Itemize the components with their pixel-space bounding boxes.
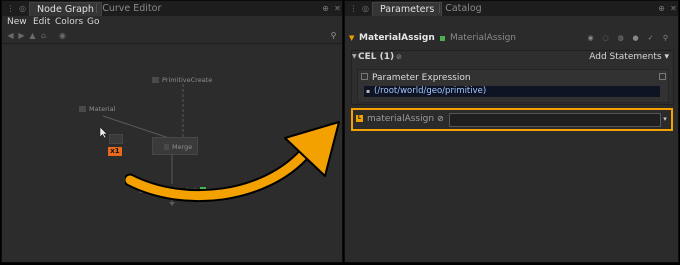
- dropdown-arrow-icon: ▾: [664, 52, 669, 62]
- node-type: MaterialAssign: [450, 33, 517, 43]
- pane-close-icon[interactable]: ✕: [668, 3, 678, 14]
- bullet-icon: ▪: [366, 88, 371, 95]
- add-statements-button[interactable]: Add Statements ▾: [589, 52, 669, 62]
- parameter-expression-title: Parameter Expression: [372, 73, 471, 83]
- pane-menu-icon[interactable]: ⋮: [5, 3, 16, 14]
- collapse-arrow-icon[interactable]: ▼: [352, 53, 357, 60]
- menu-go[interactable]: Go: [87, 16, 99, 29]
- pane-options-icon[interactable]: ◎: [17, 3, 28, 14]
- pane-options-icon[interactable]: ◎: [360, 3, 371, 14]
- menu-colors[interactable]: Colors: [55, 16, 83, 29]
- pane-menu-icon[interactable]: ⋮: [348, 3, 359, 14]
- parameters-node-header: ▼ MaterialAssign MaterialAssign ◉ ◌ ◍ ● …: [345, 30, 678, 46]
- pane-float-icon[interactable]: ⊕: [656, 3, 667, 14]
- node-primitive-create[interactable]: PrimitiveCreate: [152, 76, 212, 85]
- home-icon[interactable]: ⌂: [39, 31, 48, 40]
- node-port-icon: [79, 106, 86, 112]
- param-info-icon[interactable]: ⊘: [437, 114, 444, 123]
- parameter-expression-box: Parameter Expression ▪ (/root/world/geo/…: [357, 69, 669, 103]
- search-icon[interactable]: ⚲: [329, 31, 338, 40]
- parameters-pane: ⋮ ◎ Parameters Catalog ⊕ ✕ ▼ MaterialAss…: [344, 0, 679, 263]
- node-graph-menubar: New Edit Colors Go: [2, 16, 342, 29]
- tab-catalog[interactable]: Catalog: [431, 2, 489, 16]
- mouse-cursor-icon: [99, 127, 108, 139]
- material-assign-param-row: L materialAssign ⊘ ▾: [351, 108, 673, 131]
- edit-flag-icon[interactable]: [440, 36, 445, 41]
- back-icon[interactable]: ◀: [6, 31, 15, 40]
- search-icon[interactable]: ⚲: [661, 34, 670, 43]
- help-icon[interactable]: ◌: [601, 34, 610, 43]
- cel-expression-field[interactable]: ▪ (/root/world/geo/primitive): [364, 86, 660, 97]
- node-graph-toolbar: ◀ ▶ ▲ ⌂ ◉ ⚲: [2, 29, 342, 44]
- settings-icon[interactable]: ◍: [616, 34, 625, 43]
- view-icon[interactable]: ◉: [586, 34, 595, 43]
- collapse-arrow-icon[interactable]: ▼: [349, 34, 354, 42]
- dragged-node[interactable]: [109, 134, 123, 144]
- forward-icon[interactable]: ▶: [17, 31, 26, 40]
- expression-block-icon: [361, 73, 368, 80]
- up-icon[interactable]: ▲: [28, 31, 37, 40]
- bypass-icon[interactable]: ●: [631, 34, 640, 43]
- material-assign-label: materialAssign: [367, 114, 435, 124]
- parameters-tabbar: ⋮ ◎ Parameters Catalog ⊕ ✕: [345, 1, 678, 16]
- cel-info-icon[interactable]: ⊘: [396, 53, 402, 61]
- node-port-icon: [152, 77, 159, 83]
- menu-new[interactable]: New: [7, 16, 27, 29]
- node-name[interactable]: MaterialAssign: [359, 33, 435, 43]
- annotation-arrow: [125, 121, 340, 203]
- node-graph-tabbar: ⋮ ◎ Node Graph Curve Editor ⊕ ✕: [2, 1, 342, 16]
- menu-edit[interactable]: Edit: [33, 16, 50, 29]
- bookmark-icon[interactable]: ◉: [58, 31, 67, 40]
- pane-float-icon[interactable]: ⊕: [320, 3, 331, 14]
- node-material[interactable]: Material: [79, 105, 115, 114]
- local-flag-icon[interactable]: L: [356, 115, 363, 122]
- dropdown-arrow-icon[interactable]: ▾: [661, 114, 669, 124]
- node-count-badge: x1: [108, 147, 122, 156]
- edit-icon[interactable]: ✓: [646, 34, 655, 43]
- cel-section: ▼ CEL (1) ⊘ Add Statements ▾ Parameter E…: [351, 50, 674, 105]
- pane-close-icon[interactable]: ✕: [332, 3, 342, 14]
- material-assign-input[interactable]: [449, 113, 661, 127]
- expression-options-icon[interactable]: [659, 73, 666, 80]
- tab-curve-editor[interactable]: Curve Editor: [88, 2, 168, 16]
- cel-title: CEL (1): [358, 52, 395, 62]
